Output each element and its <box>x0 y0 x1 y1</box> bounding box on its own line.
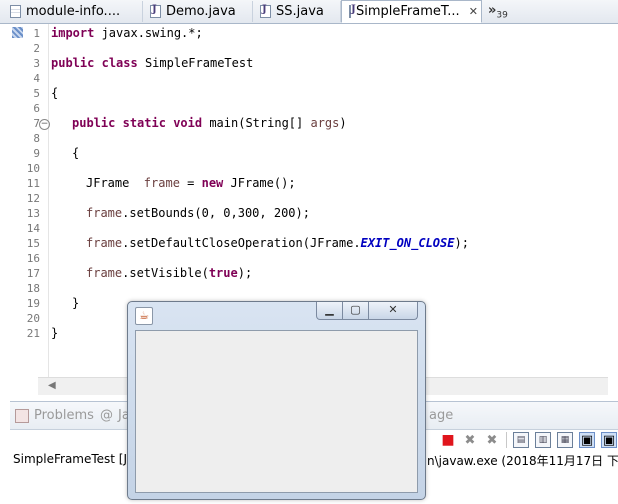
editor-tab-bar: module-info.... Demo.java SS.java Simple… <box>0 0 618 24</box>
tab-overflow-button[interactable]: »39 <box>488 3 508 21</box>
code-line: } <box>51 326 59 340</box>
line-number: 9 <box>33 147 40 160</box>
window-controls: ▁ ▢ ✕ <box>316 302 418 321</box>
scroll-lock-icon[interactable]: ▥ <box>535 432 551 448</box>
tab-module-info[interactable]: module-info.... <box>3 1 143 22</box>
code-line: frame.setDefaultCloseOperation(JFrame.EX… <box>86 236 469 250</box>
tab-label: SS.java <box>276 4 324 19</box>
line-number: 2 <box>33 42 40 55</box>
line-number: 1 <box>33 27 40 40</box>
tab-demo-java[interactable]: Demo.java <box>143 1 253 22</box>
code-line: import javax.swing.*; <box>51 26 203 40</box>
line-number: 11 <box>26 177 40 190</box>
tab-ss-java[interactable]: SS.java <box>253 1 341 22</box>
line-number: 13 <box>26 207 40 220</box>
code-line: { <box>72 146 80 160</box>
code-line: frame.setVisible(true); <box>86 266 253 280</box>
tab-label: module-info.... <box>26 4 121 19</box>
line-number: 4 <box>33 72 40 85</box>
show-console-on-error-icon[interactable]: ▣ <box>601 432 617 448</box>
line-number: 16 <box>26 252 40 265</box>
code-line: public static void main(String[] args) <box>72 116 347 130</box>
module-file-icon <box>10 5 21 18</box>
tab-javadoc[interactable]: @ Ja <box>100 408 130 423</box>
jframe-content-pane <box>135 330 418 493</box>
code-line: frame.setBounds(0, 0,300, 200); <box>86 206 310 220</box>
line-number: 8 <box>33 132 40 145</box>
java-file-icon <box>150 4 161 18</box>
terminate-icon[interactable]: ■ <box>440 432 456 448</box>
code-line: { <box>51 86 59 100</box>
scroll-left-icon[interactable]: ◀ <box>48 380 56 391</box>
line-number-gutter: 1 2 3 4 5 6 7 − 8 9 10 11 12 13 14 15 16… <box>10 24 50 377</box>
line-number: 20 <box>26 312 40 325</box>
minimize-button[interactable]: ▁ <box>316 302 343 320</box>
line-number: 12 <box>26 192 40 205</box>
clear-console-icon[interactable]: ▤ <box>513 432 529 448</box>
tab-label: Demo.java <box>166 4 236 19</box>
java-file-icon <box>349 4 356 18</box>
line-number: 6 <box>33 102 40 115</box>
line-number: 3 <box>33 57 40 70</box>
close-button[interactable]: ✕ <box>369 302 418 320</box>
word-wrap-icon[interactable]: ▦ <box>557 432 573 448</box>
console-launch-label: SimpleFrameTest [Ja <box>13 452 135 466</box>
close-tab-icon[interactable]: ✕ <box>469 5 478 18</box>
toolbar-separator <box>506 432 507 448</box>
hidden-tab-count: 39 <box>496 10 508 21</box>
line-number: 5 <box>33 87 40 100</box>
overview-marker-icon <box>12 27 23 38</box>
line-number: 10 <box>26 162 40 175</box>
code-line: } <box>72 296 80 310</box>
tab-label: age <box>429 408 454 423</box>
remove-all-launches-icon[interactable]: ✖ <box>484 432 500 448</box>
line-number: 14 <box>26 222 40 235</box>
tab-problems[interactable]: Problems <box>15 408 94 423</box>
line-number: 7 <box>33 117 40 130</box>
java-file-icon <box>260 4 271 18</box>
at-sign-icon: @ <box>100 408 113 423</box>
line-number: 18 <box>26 282 40 295</box>
show-console-on-output-icon[interactable]: ▣ <box>579 432 595 448</box>
line-number: 21 <box>26 327 40 340</box>
code-line: public class SimpleFrameTest <box>51 56 254 70</box>
code-line: JFrame frame = new JFrame(); <box>86 176 296 190</box>
line-number: 15 <box>26 237 40 250</box>
jframe-window[interactable]: ☕ ▁ ▢ ✕ <box>127 301 426 500</box>
console-toolbar: ■ ✖ ✖ ▤ ▥ ▦ ▣ ▣ <box>440 430 617 450</box>
tab-label: SimpleFrameT... <box>356 4 460 19</box>
console-launch-path: n\javaw.exe (2018年11月17日 下午 <box>427 454 618 468</box>
line-number: 19 <box>26 297 40 310</box>
tab-label: Problems <box>34 408 94 423</box>
remove-launch-icon[interactable]: ✖ <box>462 432 478 448</box>
maximize-button[interactable]: ▢ <box>343 302 369 320</box>
fold-collapse-icon[interactable]: − <box>39 119 50 130</box>
java-cup-icon[interactable]: ☕ <box>135 307 153 325</box>
line-number: 17 <box>26 267 40 280</box>
tab-simpleframetest[interactable]: SimpleFrameT... ✕ <box>341 0 482 23</box>
problems-icon <box>15 408 29 423</box>
tab-partial[interactable]: age <box>429 408 453 423</box>
